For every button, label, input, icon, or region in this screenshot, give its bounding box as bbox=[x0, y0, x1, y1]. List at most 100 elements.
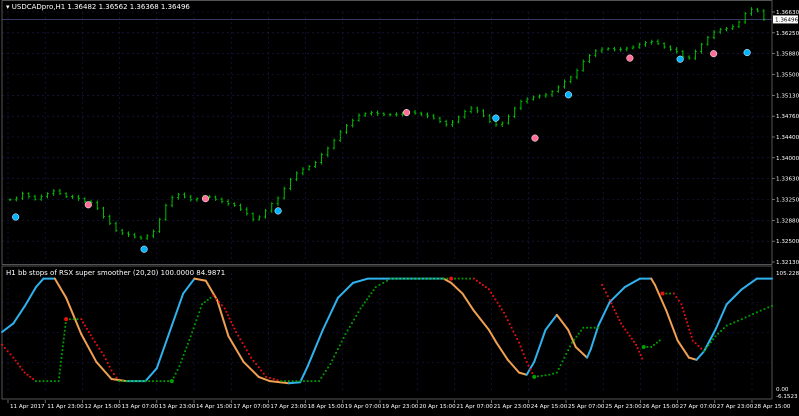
rsx-line-up bbox=[182, 277, 196, 295]
stop-dot-up bbox=[722, 327, 725, 330]
stop-dot-down bbox=[638, 350, 641, 353]
time-axis-label: 13 Apr 23:00 bbox=[159, 404, 196, 410]
rsx-line-up bbox=[299, 365, 309, 384]
stop-dot-down bbox=[276, 379, 279, 381]
chart-canvas[interactable]: 1.36630 1.36250 1.35880 1.35500 1.35130 1.347… bbox=[0, 0, 799, 412]
stop-dot-up bbox=[60, 360, 62, 363]
stop-dot-down bbox=[82, 321, 85, 324]
stop-dot-down bbox=[93, 340, 96, 343]
time-axis-label: 12 Apr 15:00 bbox=[84, 404, 121, 410]
stop-dot-down bbox=[89, 334, 92, 337]
time-axis-label: 18 Apr 15:00 bbox=[308, 404, 345, 410]
stop-dot-up bbox=[320, 376, 323, 379]
stop-dot-up bbox=[331, 359, 334, 362]
stop-dot-up bbox=[575, 335, 578, 338]
time-axis-label: 25 Apr 07:00 bbox=[568, 404, 605, 410]
main-chart-dropdown-icon[interactable]: ▾ bbox=[6, 3, 10, 11]
stop-dot-up bbox=[408, 277, 411, 280]
main-chart-header: ▾ USDCADpro,H1 1.36482 1.36562 1.36368 1… bbox=[6, 3, 190, 11]
stop-dot-up bbox=[669, 292, 671, 295]
stop-dot-up bbox=[69, 318, 71, 321]
stop-dot-down bbox=[613, 309, 616, 311]
stop-dot-up bbox=[159, 380, 162, 383]
stop-dot-down bbox=[697, 344, 700, 347]
rsx-line-down bbox=[506, 358, 521, 374]
time-axis-label: 27 Apr 07:00 bbox=[680, 404, 717, 410]
stop-dot-up bbox=[665, 292, 668, 295]
rsx-line-up bbox=[155, 324, 173, 370]
stop-dot-up bbox=[427, 277, 430, 280]
rsx-line-down bbox=[80, 333, 98, 363]
stop-dot-down bbox=[494, 298, 497, 301]
stop-dot-up bbox=[431, 277, 434, 280]
stop-dot-down bbox=[618, 319, 621, 322]
stop-dot-down bbox=[272, 378, 275, 380]
time-axis-label: 21 Apr 23:00 bbox=[494, 404, 531, 410]
stop-dot-down bbox=[688, 328, 691, 331]
stop-dot-down bbox=[472, 277, 475, 280]
stop-dot-down bbox=[498, 305, 501, 307]
rsx-line-down bbox=[461, 292, 475, 312]
stop-dot-down bbox=[636, 347, 639, 350]
stop-dot-down bbox=[87, 331, 90, 333]
rsx-line-down bbox=[650, 277, 656, 286]
stop-dot-up bbox=[582, 326, 585, 329]
time-axis-label: 20 Apr 15:00 bbox=[419, 404, 456, 410]
time-axis-label: 11 Apr 2017 bbox=[10, 404, 45, 410]
rsx-line-down bbox=[665, 309, 679, 342]
stop-dot-down bbox=[269, 377, 271, 379]
stop-dot-down bbox=[620, 322, 622, 325]
stop-dot-up bbox=[386, 279, 388, 282]
stop-dot-up bbox=[38, 380, 41, 383]
stop-dot-down bbox=[624, 328, 627, 331]
price-axis-label: 1.35880 bbox=[776, 52, 799, 58]
stop-dot-down bbox=[231, 324, 234, 327]
sell-marker-icon bbox=[710, 50, 718, 58]
stop-dot-up bbox=[59, 368, 61, 371]
price-axis-label: 1.33630 bbox=[776, 177, 799, 183]
time-axis-label: 28 Apr 15:00 bbox=[754, 404, 791, 410]
stop-dot-up bbox=[121, 380, 124, 383]
time-axis-label: 13 Apr 07:00 bbox=[122, 404, 159, 410]
rsx-line-up bbox=[23, 286, 37, 308]
price-axis-label: 1.32130 bbox=[776, 260, 799, 266]
stop-dot-up bbox=[571, 341, 573, 344]
stop-dot-up bbox=[465, 277, 468, 280]
stop-dot-up bbox=[299, 380, 302, 383]
stop-dot-down bbox=[514, 334, 517, 337]
stop-dot-up bbox=[136, 380, 139, 383]
stop-dot-up bbox=[148, 380, 151, 383]
price-axis-label: 1.35500 bbox=[776, 73, 799, 79]
rsx-line-up bbox=[597, 301, 611, 327]
stop-start-dot bbox=[449, 276, 454, 281]
rsx-line-down bbox=[653, 283, 668, 312]
rsx-line-up bbox=[336, 281, 355, 299]
stop-dot-up bbox=[393, 277, 396, 280]
stop-dot-down bbox=[522, 353, 525, 356]
rsx-line-up bbox=[321, 296, 339, 331]
stop-dot-down bbox=[3, 347, 6, 349]
stop-dot-up bbox=[357, 311, 360, 314]
stop-dot-up bbox=[53, 380, 56, 383]
stop-dot-up bbox=[703, 350, 705, 353]
stop-dot-up bbox=[740, 318, 743, 321]
buy-marker-icon bbox=[564, 91, 573, 99]
stop-dot-down bbox=[23, 371, 26, 374]
stop-dot-up bbox=[176, 369, 179, 371]
stop-dot-down bbox=[215, 297, 218, 300]
price-axis-label: 1.36630 bbox=[776, 10, 799, 16]
stop-dot-up bbox=[567, 349, 570, 352]
time-axis-label: 17 Apr 07:00 bbox=[233, 404, 270, 410]
stop-dot-up bbox=[340, 340, 343, 343]
stop-dot-down bbox=[235, 331, 237, 333]
stop-dot-up bbox=[569, 345, 571, 348]
stop-dot-down bbox=[233, 327, 236, 330]
stop-dot-down bbox=[519, 345, 522, 348]
rsx-line-down bbox=[472, 309, 490, 331]
stop-dot-up bbox=[442, 277, 445, 280]
stop-dot-down bbox=[608, 299, 611, 301]
stop-dot-up bbox=[368, 295, 371, 298]
stop-dot-up bbox=[771, 304, 773, 307]
stop-dot-up bbox=[167, 380, 169, 383]
stop-dot-down bbox=[612, 305, 614, 308]
